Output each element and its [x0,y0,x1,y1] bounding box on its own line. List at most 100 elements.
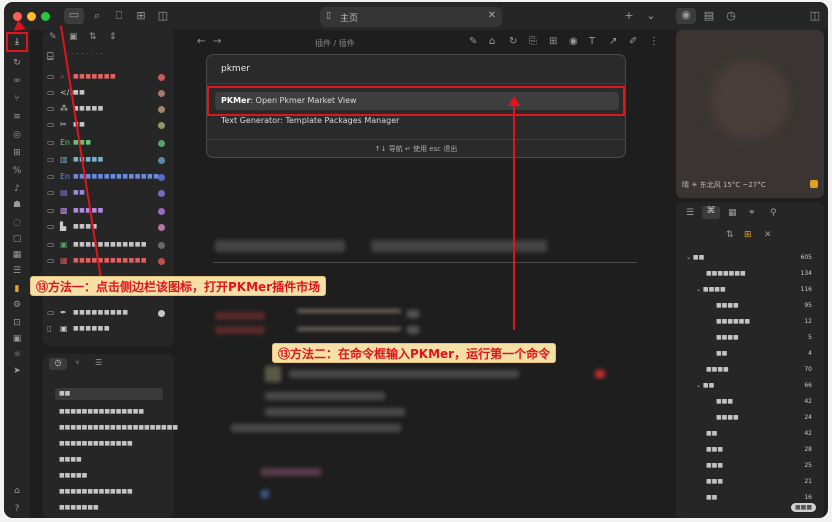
folder-row[interactable]: ▭ ✂ ■■ [47,120,169,132]
table-icon[interactable]: ▦ [10,248,24,262]
copy-icon[interactable]: ⎘ [529,36,537,47]
tag-row[interactable]: ■■ 4 [684,350,818,362]
send-icon[interactable]: ➤ [10,364,24,378]
brush-icon[interactable]: ✎ [469,36,477,47]
folder-row[interactable]: ▭ ▤ ■■ [47,188,169,200]
tag-row[interactable]: ⌄ ■■ 66 [684,382,818,394]
list-item[interactable]: ■■■■■■■■■■■■■ [55,438,163,450]
note-icon[interactable]: ▮ [10,282,24,296]
files-view-icon[interactable]: ▭ [64,8,84,24]
right-sidebar-toggle-icon[interactable]: ◫ [808,9,822,23]
clock-icon[interactable]: ◷ [724,9,738,23]
forward-arrow-icon[interactable]: → [213,36,221,47]
edit-icon[interactable]: ✐ [629,36,637,47]
outline-icon[interactable]: ⚲ [770,208,777,218]
graph-view-icon[interactable]: ◉ [676,8,696,24]
sidebar-toggle-icon[interactable]: ◫ [156,9,170,23]
tags-view-icon[interactable]: ⊞ [134,9,148,23]
text-icon[interactable]: T [589,36,595,47]
tag-row[interactable]: ⌄ ■■■■ 116 [684,286,818,298]
grid-icon[interactable]: ⊞ [549,36,557,47]
folder-row[interactable]: ▭ En ■■■ [47,138,169,150]
tag-row[interactable]: ■■■■■■■ 134 [684,270,818,282]
list-item[interactable]: ■■■■ [55,454,163,466]
tag-row[interactable]: ■■■ 21 [684,478,818,490]
tag-row[interactable]: ■■■ 25 [684,462,818,474]
mic-icon[interactable]: ♪ [10,182,24,196]
settings-gear-icon[interactable]: ⚙ [10,298,24,312]
search-icon[interactable]: ⌕ [90,9,104,23]
new-tab-icon[interactable]: + [622,9,636,23]
glasses-icon[interactable]: ∞ [10,74,24,88]
new-folder-icon[interactable]: ▣ [69,32,78,42]
folder-row[interactable]: ▭ ▙ ■■■■ [47,222,169,234]
tag-row[interactable]: ■■■■ 70 [684,366,818,378]
chevron-down-icon[interactable]: ⌄ [644,9,658,23]
link-icon[interactable]: ⚭ [748,208,756,218]
list-item[interactable]: ■■■■■■■ [55,502,163,514]
sync-icon[interactable]: ↻ [509,36,517,47]
tab-home[interactable]: ▯ 主页 ✕ [320,7,502,27]
folder-row[interactable]: ▭ ▣ ■■■■■■■■■■■■ [47,240,169,252]
grid-icon[interactable]: ⊞ [10,146,24,160]
tag-row[interactable]: ⌄ ■■ 605 [684,254,818,266]
crop-icon[interactable]: ⊡ [10,316,24,330]
close-tab-icon[interactable]: ✕ [488,10,496,21]
list-item[interactable]: ■■■■■■■■■■■■■■■■■■■■■ [55,422,178,434]
terminal-icon[interactable]: ▣ [10,332,24,346]
comment-icon[interactable]: ▢ [10,232,24,246]
git-icon[interactable]: ⑂ [10,92,24,106]
sort-icon[interactable]: ⇅ [726,230,734,240]
folder-row[interactable]: ▭ ▦ ■■■■■■■■■■■■ [47,256,169,268]
hierarchy-icon[interactable]: ⊞ [744,230,752,240]
more-options-icon[interactable]: ⋮ [649,36,659,47]
new-note-icon[interactable]: ✎ [49,32,57,42]
list-item[interactable]: ■■ [55,388,163,400]
collapse-icon[interactable]: ✕ [764,230,772,240]
refresh-icon[interactable]: ↻ [10,56,24,70]
tag-row[interactable]: ■■■■ 95 [684,302,818,314]
link-icon[interactable]: ↗ [609,36,617,47]
folder-row[interactable]: ▭ ⁂ ■■■■■ [47,104,169,116]
download-icon[interactable]: ⤓ [10,35,24,49]
clock-icon[interactable]: ◷ [49,358,67,370]
folder-row[interactable]: ▭ ✒ ■■■■■■■■■ [47,308,169,320]
sun-icon[interactable]: ☼ [10,348,24,362]
tag-row[interactable]: ■■■■ 5 [684,334,818,346]
list-item[interactable]: ■■■■■ [55,470,163,482]
list-icon[interactable]: ☰ [10,264,24,278]
tag-row[interactable]: ■■■■ 24 [684,414,818,426]
chat-icon[interactable]: ◌ [10,216,24,230]
minimize-window-button[interactable] [27,12,36,21]
globe-icon[interactable]: ◎ [10,128,24,142]
command-input[interactable]: pkmer [221,64,250,74]
list-icon[interactable]: ☰ [95,358,102,367]
maximize-window-button[interactable] [41,12,50,21]
help-icon[interactable]: ? [10,502,24,516]
calendar-icon[interactable]: ▦ [728,208,737,218]
list-item[interactable]: ■■■■■■■■■■■■■ [55,486,163,498]
back-arrow-icon[interactable]: ← [197,36,205,47]
git-icon[interactable]: ⑂ [75,358,80,367]
eye-icon[interactable]: ◉ [569,36,578,47]
list-icon[interactable]: ☰ [686,208,694,218]
calendar-icon[interactable]: ▤ [702,9,716,23]
folder-row[interactable]: ▭ ⌕ ■■■■■■■ [47,72,169,84]
percent-icon[interactable]: % [10,164,24,178]
folder-row[interactable]: ▭ ▥ ■■■■■ [47,155,169,167]
vault-icon[interactable]: ⌂ [10,484,24,498]
folder-row[interactable]: ▭ En ■■■■■■■■■■■■■■ [47,172,169,184]
layers-icon[interactable]: ≡ [10,110,24,124]
tag-row[interactable]: ■■■■■■ 12 [684,318,818,330]
file-row[interactable]: ▯ ▣ ■■■■■■ [47,324,169,336]
home-icon[interactable]: ⌂ [489,36,495,47]
tag-row[interactable]: ■■ 42 [684,430,818,442]
folder-row[interactable]: ▭▩■■■■■ [47,206,169,218]
folder-row[interactable]: ▭ </> ■■ [47,88,169,100]
tag-row[interactable]: ■■■ 28 [684,446,818,458]
collapse-icon[interactable]: ⇕ [109,32,117,42]
tags-icon[interactable]: ⌘ [702,206,720,219]
sort-icon[interactable]: ⇅ [89,32,97,42]
bookmark-icon[interactable]: ⎕ [112,9,126,23]
robot-icon[interactable]: ☗ [10,198,24,212]
